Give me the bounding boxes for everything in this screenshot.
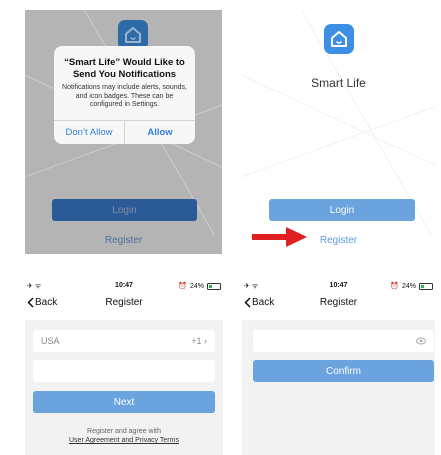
register-link[interactable]: Register bbox=[25, 235, 222, 246]
battery-icon bbox=[207, 282, 221, 290]
battery-percent: 24% bbox=[401, 282, 416, 290]
app-name: Smart Life bbox=[311, 76, 366, 90]
next-button[interactable]: Next bbox=[33, 391, 215, 413]
status-bar: ✈ ᯤ 10:47 ⏰ 24% bbox=[25, 280, 223, 292]
dialog-message: Notifications may include alerts, sounds… bbox=[62, 84, 187, 108]
background-line bbox=[242, 91, 435, 181]
allow-button[interactable]: Allow bbox=[125, 121, 195, 144]
status-right: ⏰ 24% bbox=[390, 282, 433, 290]
terms-link[interactable]: User Agreement and Privacy Terms bbox=[25, 436, 223, 445]
register-form: USA +1 › Next Register and agree with Us… bbox=[25, 320, 223, 455]
phone-input[interactable] bbox=[33, 360, 215, 382]
register-password-screen: ✈ ᯤ 10:47 ⏰ 24% Back Register Confirm bbox=[242, 280, 435, 455]
welcome-screen: Smart Life Login Register bbox=[242, 10, 435, 254]
battery-percent: 24% bbox=[189, 282, 204, 290]
agreement-text: Register and agree with User Agreement a… bbox=[25, 427, 223, 445]
country-name: USA bbox=[41, 336, 60, 346]
confirm-button[interactable]: Confirm bbox=[253, 360, 434, 382]
chevron-right-icon: › bbox=[204, 336, 207, 346]
nav-bar: Back Register bbox=[25, 295, 223, 313]
country-code-value: +1 bbox=[191, 336, 202, 346]
notification-alert-dialog: “Smart Life” Would Like to Send You Noti… bbox=[54, 46, 195, 144]
notification-permission-screen: “Smart Life” Would Like to Send You Noti… bbox=[25, 10, 222, 254]
alarm-icon: ⏰ bbox=[178, 283, 187, 290]
page-title: Register bbox=[319, 297, 358, 308]
login-button[interactable]: Login bbox=[269, 199, 415, 221]
login-button[interactable]: Login bbox=[52, 199, 197, 221]
battery-icon bbox=[419, 282, 433, 290]
password-input[interactable] bbox=[253, 330, 434, 352]
dialog-actions: Don’t Allow Allow bbox=[54, 120, 195, 144]
password-form: Confirm bbox=[242, 320, 435, 455]
app-house-icon bbox=[324, 24, 354, 54]
country-selector[interactable]: USA +1 › bbox=[33, 330, 215, 352]
register-phone-screen: ✈ ᯤ 10:47 ⏰ 24% Back Register USA +1 › N… bbox=[25, 280, 223, 455]
dont-allow-button[interactable]: Don’t Allow bbox=[54, 121, 125, 144]
nav-bar: Back Register bbox=[242, 295, 435, 313]
dialog-title: “Smart Life” Would Like to Send You Noti… bbox=[64, 57, 185, 80]
alarm-icon: ⏰ bbox=[390, 283, 399, 290]
red-arrow-icon bbox=[252, 227, 307, 247]
country-code: +1 › bbox=[191, 336, 207, 346]
agree-label: Register and agree with bbox=[87, 428, 161, 435]
eye-icon[interactable] bbox=[416, 336, 426, 346]
page-title: Register bbox=[105, 297, 143, 308]
status-right: ⏰ 24% bbox=[178, 282, 221, 290]
status-bar: ✈ ᯤ 10:47 ⏰ 24% bbox=[242, 280, 435, 292]
